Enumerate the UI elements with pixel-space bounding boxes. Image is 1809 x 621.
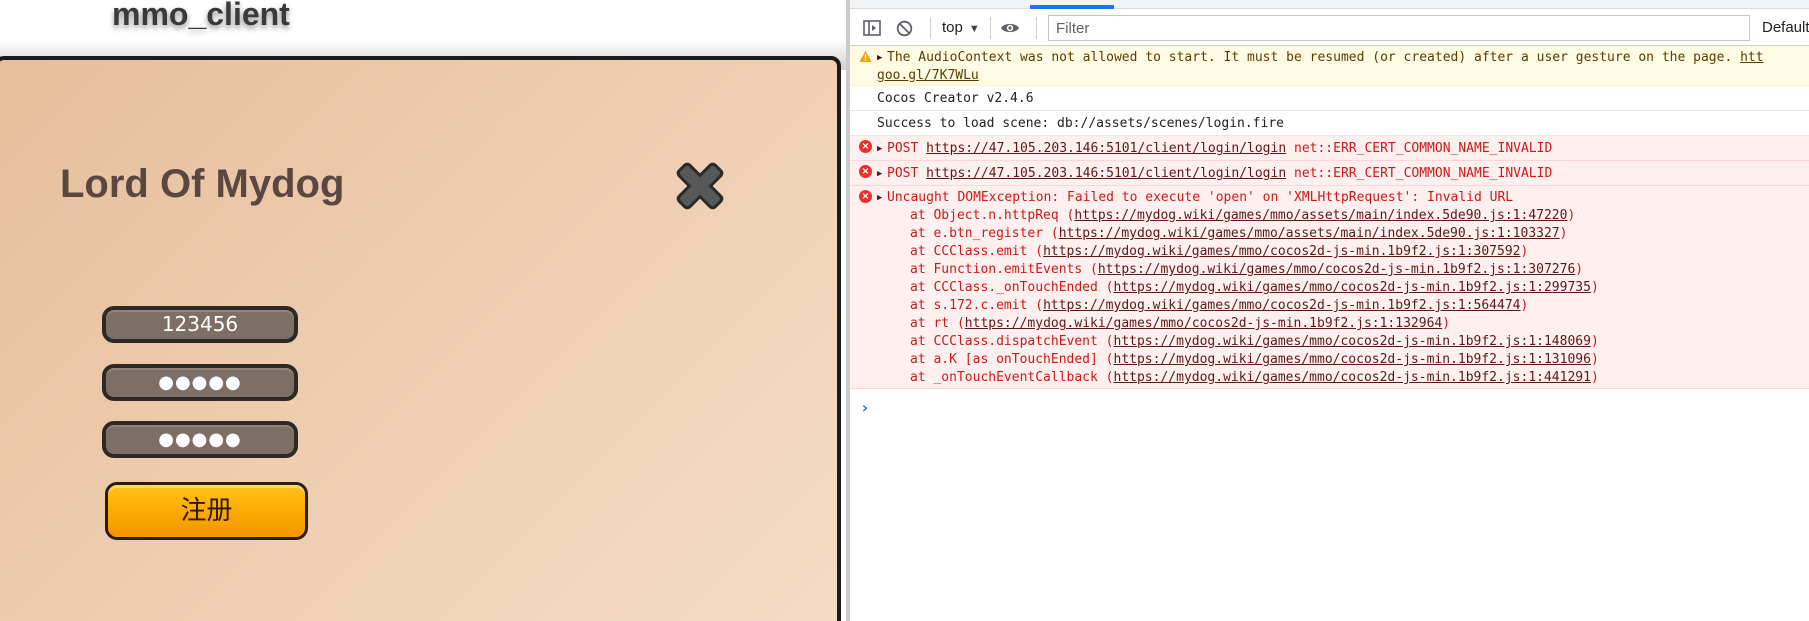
error-url-link[interactable]: https://47.105.203.146:5101/client/login… <box>926 166 1286 181</box>
context-label: top <box>942 19 963 36</box>
stack-frame: at _onTouchEventCallback (https://mydog.… <box>910 369 1809 387</box>
error-icon: × <box>859 140 872 153</box>
stack-frame-link[interactable]: https://mydog.wiki/games/mmo/cocos2d-js-… <box>1098 262 1575 277</box>
stack-frame: at CCClass._onTouchEnded (https://mydog.… <box>910 279 1809 297</box>
game-pane: mmo_client Lord Of Mydog 123456 ●●●●● ●●… <box>0 0 846 621</box>
stack-frame-fn: at s.172.c.emit ( <box>910 298 1044 313</box>
dropdown-caret-icon: ▼ <box>968 23 980 35</box>
eye-icon <box>1001 23 1019 33</box>
console-info: Success to load scene: db://assets/scene… <box>850 111 1809 136</box>
page-heading: mmo_client <box>112 0 290 32</box>
password-field[interactable]: ●●●●● <box>102 364 298 401</box>
register-button[interactable]: 注册 <box>105 482 308 540</box>
stack-frame-fn: at CCClass.emit ( <box>910 244 1044 259</box>
console-prompt[interactable]: › <box>860 398 870 417</box>
warning-link[interactable]: htt <box>1740 50 1763 65</box>
confirm-password-field[interactable]: ●●●●● <box>102 421 298 458</box>
close-button[interactable] <box>670 158 730 214</box>
expand-triangle-icon[interactable]: ▶ <box>877 141 887 158</box>
stack-frame-close: ) <box>1442 316 1451 331</box>
expand-triangle-icon[interactable]: ▶ <box>877 189 887 207</box>
console-warning: ▶ The AudioContext was not allowed to sta… <box>850 46 1809 86</box>
stack-frame-close: ) <box>1590 352 1599 367</box>
stack-frame-close: ) <box>1520 244 1529 259</box>
live-expression-button[interactable] <box>1000 18 1020 38</box>
stack-frame: at s.172.c.emit (https://mydog.wiki/game… <box>910 297 1809 315</box>
info-text: Success to load scene: db://assets/scene… <box>877 116 1284 131</box>
account-field[interactable]: 123456 <box>102 306 298 343</box>
stack-frame-close: ) <box>1559 226 1568 241</box>
error-text: Uncaught DOMException: Failed to execute… <box>887 190 1514 205</box>
error-url-link[interactable]: https://47.105.203.146:5101/client/login… <box>926 141 1286 156</box>
info-text: Cocos Creator v2.4.6 <box>877 91 1034 106</box>
console-error: × ▶ POST https://47.105.203.146:5101/clie… <box>850 136 1809 161</box>
toolbar-separator <box>1036 17 1037 39</box>
block-icon <box>896 20 912 36</box>
console-error: × ▶ POST https://47.105.203.146:5101/clie… <box>850 161 1809 186</box>
stack-frame: at a.K [as onTouchEnded] (https://mydog.… <box>910 351 1809 369</box>
warning-icon <box>859 50 872 62</box>
stack-trace: at Object.n.httpReq (https://mydog.wiki/… <box>877 207 1809 387</box>
stack-frame-fn: at CCClass.dispatchEvent ( <box>910 334 1114 349</box>
stack-frame-link[interactable]: https://mydog.wiki/games/mmo/assets/main… <box>1074 208 1567 223</box>
stack-frame-link[interactable]: https://mydog.wiki/games/mmo/cocos2d-js-… <box>1114 352 1591 367</box>
toolbar-separator <box>930 17 931 39</box>
error-icon: × <box>859 190 872 203</box>
sidebar-toggle-button[interactable] <box>862 18 882 38</box>
stack-frame-fn: at Object.n.httpReq ( <box>910 208 1075 223</box>
stack-frame-link[interactable]: https://mydog.wiki/games/mmo/cocos2d-js-… <box>965 316 1442 331</box>
stack-frame: at rt (https://mydog.wiki/games/mmo/coco… <box>910 315 1809 333</box>
stack-frame-fn: at a.K [as onTouchEnded] ( <box>910 352 1114 367</box>
toolbar-separator <box>990 17 991 39</box>
console-toolbar: top ▼ Default <box>850 9 1809 46</box>
devtools-tabstrip <box>850 0 1809 9</box>
stack-frame-close: ) <box>1520 298 1529 313</box>
stack-frame-fn: at rt ( <box>910 316 965 331</box>
stack-frame: at Function.emitEvents (https://mydog.wi… <box>910 261 1809 279</box>
stack-frame-close: ) <box>1590 370 1599 385</box>
error-detail: net::ERR_CERT_COMMON_NAME_INVALID <box>1294 141 1553 156</box>
stack-frame-fn: at CCClass._onTouchEnded ( <box>910 280 1114 295</box>
clear-console-button[interactable] <box>894 18 914 38</box>
error-detail: net::ERR_CERT_COMMON_NAME_INVALID <box>1294 166 1553 181</box>
stack-frame-fn: at e.btn_register ( <box>910 226 1059 241</box>
stack-frame-close: ) <box>1575 262 1584 277</box>
error-method: POST <box>887 141 919 156</box>
context-selector[interactable]: top ▼ <box>942 18 980 38</box>
console-info: Cocos Creator v2.4.6 <box>850 86 1809 111</box>
stack-frame-link[interactable]: https://mydog.wiki/games/mmo/cocos2d-js-… <box>1114 334 1591 349</box>
stack-frame-close: ) <box>1590 334 1599 349</box>
stack-frame-link[interactable]: https://mydog.wiki/games/mmo/cocos2d-js-… <box>1114 370 1591 385</box>
stack-frame-link[interactable]: https://mydog.wiki/games/mmo/assets/main… <box>1059 226 1560 241</box>
stack-frame-close: ) <box>1567 208 1576 223</box>
close-icon <box>676 162 724 210</box>
stack-frame: at CCClass.emit (https://mydog.wiki/game… <box>910 243 1809 261</box>
stack-frame: at CCClass.dispatchEvent (https://mydog.… <box>910 333 1809 351</box>
sidebar-icon <box>863 20 881 36</box>
error-icon: × <box>859 165 872 178</box>
stack-frame-fn: at Function.emitEvents ( <box>910 262 1098 277</box>
error-method: POST <box>887 166 919 181</box>
expand-triangle-icon[interactable]: ▶ <box>877 166 887 183</box>
stack-frame: at e.btn_register (https://mydog.wiki/ga… <box>910 225 1809 243</box>
filter-input[interactable] <box>1048 15 1750 41</box>
warning-link-continued[interactable]: goo.gl/7K7WLu <box>877 68 979 83</box>
stack-frame-fn: at _onTouchEventCallback ( <box>910 370 1114 385</box>
warning-text: The AudioContext was not allowed to star… <box>887 50 1741 65</box>
expand-triangle-icon[interactable]: ▶ <box>877 50 887 67</box>
game-title: Lord Of Mydog <box>60 162 345 206</box>
console-error: × ▶ Uncaught DOMException: Failed to exec… <box>850 186 1809 389</box>
stack-frame-close: ) <box>1590 280 1599 295</box>
stack-frame-link[interactable]: https://mydog.wiki/games/mmo/cocos2d-js-… <box>1114 280 1591 295</box>
stack-frame-link[interactable]: https://mydog.wiki/games/mmo/cocos2d-js-… <box>1043 244 1520 259</box>
stack-frame-link[interactable]: https://mydog.wiki/games/mmo/cocos2d-js-… <box>1043 298 1520 313</box>
console-messages: ▶ The AudioContext was not allowed to sta… <box>850 46 1809 389</box>
devtools-console: top▼ Default ▶The AudioContext was not a… <box>846 0 1809 621</box>
stack-frame: at Object.n.httpReq (https://mydog.wiki/… <box>910 207 1809 225</box>
log-levels-dropdown[interactable]: Default <box>1762 18 1809 38</box>
